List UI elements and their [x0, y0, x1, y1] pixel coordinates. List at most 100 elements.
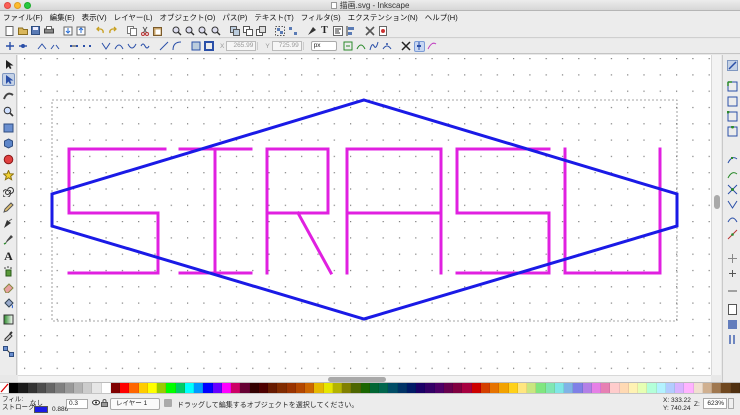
snap-smooth-icon[interactable]	[726, 213, 738, 225]
palette-swatch[interactable]	[342, 383, 352, 393]
palette-swatch[interactable]	[129, 383, 139, 393]
menu-text[interactable]: テキスト(T)	[254, 12, 293, 23]
palette-swatch[interactable]	[610, 383, 620, 393]
palette-swatch[interactable]	[184, 383, 194, 393]
snap-bbox-edge-icon[interactable]	[726, 95, 738, 107]
spiral-tool-icon[interactable]	[2, 185, 15, 198]
menu-layer[interactable]: レイヤー(L)	[114, 12, 153, 23]
zoom-drawing-icon[interactable]	[184, 25, 195, 36]
cut-icon[interactable]	[139, 25, 150, 36]
palette-swatch[interactable]	[379, 383, 389, 393]
palette-swatch[interactable]	[499, 383, 509, 393]
palette-swatch[interactable]	[46, 383, 56, 393]
palette-swatch[interactable]	[388, 383, 398, 393]
snap-center-icon[interactable]	[726, 252, 738, 264]
palette-swatch[interactable]	[249, 383, 259, 393]
layer-select[interactable]: レイヤー 1	[110, 398, 160, 410]
drawing-canvas[interactable]	[18, 55, 711, 375]
document-properties-icon[interactable]	[377, 25, 388, 36]
layer-lock-icon[interactable]	[101, 399, 108, 409]
palette-swatch[interactable]	[471, 383, 481, 393]
snap-paths-icon[interactable]	[726, 168, 738, 180]
node-tool-icon[interactable]	[2, 73, 15, 86]
palette-swatch[interactable]	[453, 383, 463, 393]
export-icon[interactable]	[75, 25, 86, 36]
node-symmetric-icon[interactable]	[126, 41, 137, 52]
stroke-to-path-icon[interactable]	[203, 41, 214, 52]
save-icon[interactable]	[30, 25, 41, 36]
snap-intersection-icon[interactable]	[726, 183, 738, 195]
palette-swatch[interactable]	[83, 383, 93, 393]
zoom-page-icon[interactable]	[197, 25, 208, 36]
palette-swatch[interactable]	[73, 383, 83, 393]
vertical-scrollbar[interactable]	[711, 55, 721, 375]
paste-icon[interactable]	[152, 25, 163, 36]
ungroup-icon[interactable]	[287, 25, 298, 36]
palette-swatch[interactable]	[110, 383, 120, 393]
x-coordinate-field[interactable]: X 265.99	[220, 41, 261, 51]
zoom-input[interactable]: 623%	[703, 398, 727, 409]
palette-swatch[interactable]	[295, 383, 305, 393]
palette-swatch[interactable]	[425, 383, 435, 393]
palette-swatch[interactable]	[138, 383, 148, 393]
unit-select[interactable]: px	[310, 41, 337, 51]
delete-node-icon[interactable]	[17, 41, 28, 52]
palette-swatch[interactable]	[527, 383, 537, 393]
palette-swatch[interactable]	[628, 383, 638, 393]
xml-editor-icon[interactable]	[332, 25, 343, 36]
palette-swatch[interactable]	[573, 383, 583, 393]
zoom-width-icon[interactable]	[210, 25, 221, 36]
palette-swatch[interactable]	[360, 383, 370, 393]
snap-nodes-icon[interactable]	[726, 153, 738, 165]
palette-swatch[interactable]	[147, 383, 157, 393]
transform-handles-icon[interactable]	[401, 41, 412, 52]
zoom-spinner[interactable]	[728, 398, 734, 409]
node-auto-icon[interactable]	[139, 41, 150, 52]
y-input[interactable]: 725.99	[271, 41, 302, 51]
palette-swatch[interactable]	[258, 383, 268, 393]
palette-swatch[interactable]	[64, 383, 74, 393]
menu-edit[interactable]: 編集(E)	[50, 12, 75, 23]
palette-swatch[interactable]	[231, 383, 241, 393]
node-cusp-icon[interactable]	[100, 41, 111, 52]
menu-help[interactable]: ヘルプ(H)	[425, 12, 458, 23]
palette-swatch[interactable]	[175, 383, 185, 393]
delete-segment-icon[interactable]	[81, 41, 92, 52]
bezier-handles-icon[interactable]	[382, 41, 393, 52]
preferences-icon[interactable]	[364, 25, 375, 36]
segment-line-icon[interactable]	[158, 41, 169, 52]
zoom-tool-icon[interactable]	[2, 105, 15, 118]
zoom-selection-icon[interactable]	[171, 25, 182, 36]
palette-swatch[interactable]	[240, 383, 250, 393]
snap-midpoint-icon[interactable]	[726, 228, 738, 240]
palette-swatch[interactable]	[675, 383, 685, 393]
print-icon[interactable]	[43, 25, 54, 36]
x-input[interactable]: 265.99	[226, 41, 257, 51]
layer-visibility-eye-icon[interactable]	[92, 399, 100, 408]
menu-view[interactable]: 表示(V)	[82, 12, 107, 23]
insert-node-icon[interactable]	[4, 41, 15, 52]
palette-swatch[interactable]	[730, 383, 740, 393]
palette-swatch[interactable]	[314, 383, 324, 393]
palette-swatch[interactable]	[638, 383, 648, 393]
duplicate-icon[interactable]	[229, 25, 240, 36]
palette-swatch[interactable]	[601, 383, 611, 393]
tweak-tool-icon[interactable]	[2, 88, 15, 101]
palette-swatch[interactable]	[9, 383, 19, 393]
menu-object[interactable]: オブジェクト(O)	[160, 12, 216, 23]
calligraphy-tool-icon[interactable]	[2, 233, 15, 246]
snap-rotation-center-icon[interactable]	[726, 267, 738, 279]
palette-swatch[interactable]	[480, 383, 490, 393]
palette-swatch[interactable]	[305, 383, 315, 393]
palette-swatch[interactable]	[693, 383, 703, 393]
menu-extensions[interactable]: エクステンション(N)	[348, 12, 418, 23]
canvas-svg[interactable]	[18, 55, 711, 375]
snap-guide-icon[interactable]	[726, 333, 738, 345]
connector-tool-icon[interactable]	[2, 345, 15, 358]
palette-swatch[interactable]	[462, 383, 472, 393]
object-to-path-icon[interactable]	[190, 41, 201, 52]
snap-bbox-icon[interactable]	[726, 80, 738, 92]
palette-swatch[interactable]	[591, 383, 601, 393]
join-nodes-icon[interactable]	[36, 41, 47, 52]
palette-swatch[interactable]	[92, 383, 102, 393]
